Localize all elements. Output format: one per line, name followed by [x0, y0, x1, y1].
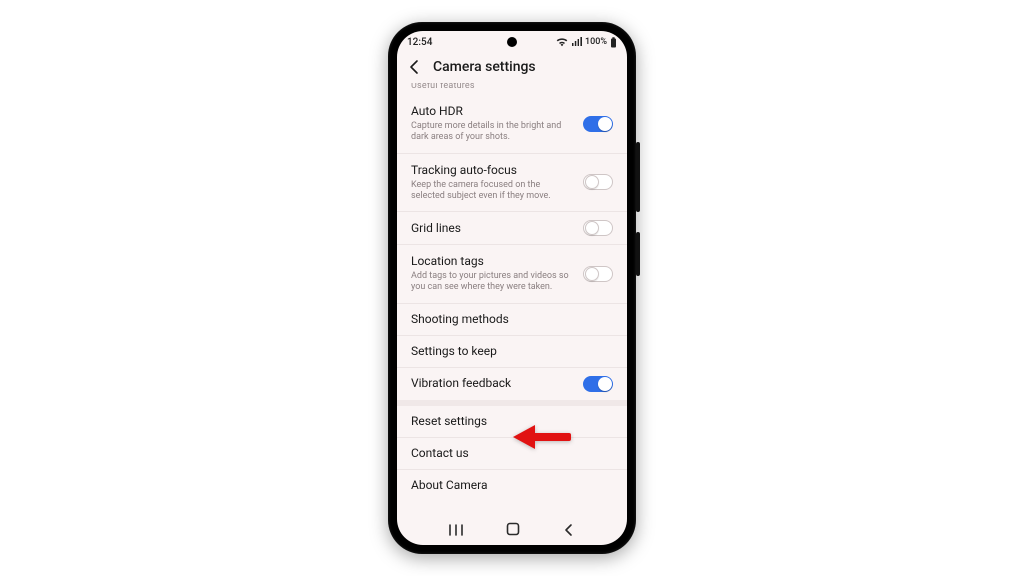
- wifi-icon: [556, 37, 568, 47]
- power-button: [636, 232, 640, 276]
- shooting-methods-row[interactable]: Shooting methods: [397, 304, 627, 335]
- tracking-af-sub: Keep the camera focused on the selected …: [411, 180, 573, 203]
- contact-us-title: Contact us: [411, 446, 613, 461]
- settings-to-keep-title: Settings to keep: [411, 344, 613, 359]
- phone-frame: 12:54 100% Camera settings: [388, 22, 636, 554]
- settings-list[interactable]: Useful features Auto HDR Capture more de…: [397, 83, 627, 517]
- app-bar: Camera settings: [397, 53, 627, 83]
- back-icon[interactable]: [407, 59, 423, 75]
- signal-icon: [571, 37, 582, 47]
- volume-button: [636, 142, 640, 212]
- status-time: 12:54: [407, 37, 432, 48]
- grid-lines-title: Grid lines: [411, 221, 573, 236]
- tracking-af-toggle[interactable]: [583, 174, 613, 190]
- section-header-useful-features: Useful features: [397, 83, 627, 95]
- tracking-autofocus-row[interactable]: Tracking auto-focus Keep the camera focu…: [397, 154, 627, 212]
- location-tags-title: Location tags: [411, 254, 573, 269]
- grid-lines-toggle[interactable]: [583, 220, 613, 236]
- phone-screen: 12:54 100% Camera settings: [397, 31, 627, 545]
- punch-hole-camera: [507, 37, 517, 47]
- grid-lines-row[interactable]: Grid lines: [397, 212, 627, 244]
- shooting-methods-title: Shooting methods: [411, 312, 613, 327]
- vibration-feedback-toggle[interactable]: [583, 376, 613, 392]
- battery-icon: [610, 37, 617, 48]
- auto-hdr-toggle[interactable]: [583, 116, 613, 132]
- about-camera-title: About Camera: [411, 478, 613, 493]
- nav-back-icon[interactable]: [562, 523, 576, 537]
- auto-hdr-row[interactable]: Auto HDR Capture more details in the bri…: [397, 95, 627, 153]
- vibration-feedback-title: Vibration feedback: [411, 376, 573, 391]
- auto-hdr-sub: Capture more details in the bright and d…: [411, 121, 573, 144]
- nav-home-icon[interactable]: [506, 521, 520, 540]
- reset-settings-title: Reset settings: [411, 414, 613, 429]
- contact-us-row[interactable]: Contact us: [397, 438, 627, 469]
- auto-hdr-title: Auto HDR: [411, 104, 573, 119]
- settings-to-keep-row[interactable]: Settings to keep: [397, 336, 627, 367]
- page-title: Camera settings: [433, 59, 536, 75]
- location-tags-toggle[interactable]: [583, 266, 613, 282]
- tracking-af-title: Tracking auto-focus: [411, 163, 573, 178]
- vibration-feedback-row[interactable]: Vibration feedback: [397, 368, 627, 400]
- location-tags-sub: Add tags to your pictures and videos so …: [411, 271, 573, 294]
- android-nav-bar: [397, 517, 627, 545]
- battery-text: 100%: [585, 37, 607, 47]
- location-tags-row[interactable]: Location tags Add tags to your pictures …: [397, 245, 627, 303]
- reset-settings-row[interactable]: Reset settings: [397, 406, 627, 437]
- nav-recents-icon[interactable]: [448, 521, 464, 540]
- about-camera-row[interactable]: About Camera: [397, 470, 627, 501]
